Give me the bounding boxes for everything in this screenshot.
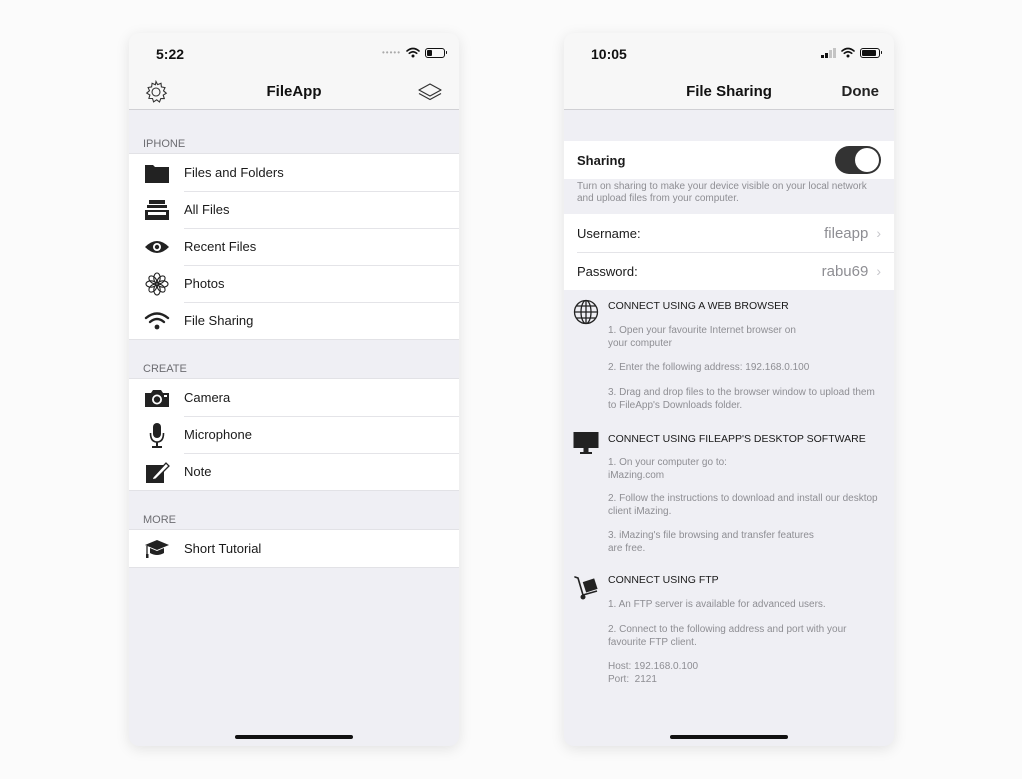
- battery-icon: [860, 47, 882, 58]
- microphone-icon: [144, 422, 170, 448]
- username-label: Username:: [577, 225, 641, 241]
- menu-item-label: Camera: [184, 390, 231, 405]
- menu-item-note[interactable]: Note: [129, 453, 459, 490]
- step-text: 3. iMazing's file browsing and transfer …: [608, 530, 814, 554]
- file-sharing-screen: 10:05 File Sharing Done Sharing Turn on …: [564, 33, 894, 746]
- fileapp-home-screen: 5:22 ••••• FileApp IPHONE Files and Fold…: [129, 33, 459, 746]
- block-title: CONNECT USING FILEAPP'S DESKTOP SOFTWARE: [608, 433, 866, 445]
- menu-item-label: All Files: [184, 202, 230, 217]
- navigation-bar: FileApp: [129, 77, 459, 110]
- menu-item-recent-files[interactable]: Recent Files: [129, 228, 459, 265]
- section-header-more: MORE: [143, 514, 176, 526]
- eye-icon: [144, 234, 170, 260]
- status-time: 10:05: [591, 46, 627, 62]
- menu-item-label: Recent Files: [184, 239, 257, 254]
- sharing-label: Sharing: [577, 152, 626, 168]
- status-time: 5:22: [156, 46, 185, 62]
- wifi-icon: [144, 308, 170, 334]
- password-label: Password:: [577, 263, 638, 279]
- menu-item-files-and-folders[interactable]: Files and Folders: [129, 154, 459, 191]
- step-text: 2. Connect to the following address and …: [608, 624, 847, 648]
- status-bar: 10:05: [564, 33, 894, 77]
- menu-item-file-sharing[interactable]: File Sharing: [129, 302, 459, 339]
- password-value: rabu69: [821, 262, 869, 280]
- menu-item-all-files[interactable]: All Files: [129, 191, 459, 228]
- step-text: 1. On your computer go to: iMazing.com: [608, 457, 727, 481]
- folder-icon: [144, 160, 170, 186]
- graduation-cap-icon: [144, 536, 170, 562]
- step-text: 2. Enter the following address: 192.168.…: [608, 362, 810, 373]
- camera-icon: [144, 385, 170, 411]
- flower-icon: [144, 271, 170, 297]
- menu-item-label: Short Tutorial: [184, 541, 262, 556]
- step-text: 3. Drag and drop files to the browser wi…: [608, 387, 875, 411]
- create-group: Camera Microphone Note: [129, 378, 459, 491]
- cellular-signal-icon: [821, 47, 836, 58]
- no-signal-icon: •••••: [381, 48, 401, 57]
- iphone-group: Files and Folders All Files Recent Files…: [129, 153, 459, 340]
- wifi-status-icon: [406, 47, 420, 58]
- wifi-status-icon: [841, 47, 855, 58]
- note-icon: [144, 459, 170, 485]
- home-indicator: [670, 735, 788, 739]
- hand-truck-icon: [573, 575, 599, 601]
- section-header-iphone: IPHONE: [143, 138, 186, 150]
- sharing-toggle[interactable]: [835, 146, 881, 174]
- menu-item-photos[interactable]: Photos: [129, 265, 459, 302]
- chevron-right-icon: ›: [876, 263, 881, 279]
- section-header-create: CREATE: [143, 363, 187, 375]
- step-text: 1. Open your favourite Internet browser …: [608, 325, 796, 349]
- menu-item-label: Note: [184, 464, 212, 479]
- home-indicator: [235, 735, 353, 739]
- block-title: CONNECT USING A WEB BROWSER: [608, 300, 789, 312]
- navigation-bar: File Sharing Done: [564, 77, 894, 110]
- password-row[interactable]: Password: rabu69 ›: [564, 252, 894, 290]
- step-text: 1. An FTP server is available for advanc…: [608, 599, 826, 610]
- chevron-right-icon: ›: [876, 225, 881, 241]
- sharing-footnote: Turn on sharing to make your device visi…: [577, 181, 867, 204]
- step-text: 2. Follow the instructions to download a…: [608, 493, 878, 517]
- sharing-toggle-row: Sharing: [564, 141, 894, 179]
- menu-item-label: Microphone: [184, 427, 252, 442]
- more-group: Short Tutorial: [129, 529, 459, 568]
- app-title: FileApp: [266, 83, 322, 100]
- tray-icon: [144, 197, 170, 223]
- menu-item-label: Photos: [184, 276, 225, 291]
- menu-item-label: Files and Folders: [184, 165, 284, 180]
- menu-item-camera[interactable]: Camera: [129, 379, 459, 416]
- menu-item-microphone[interactable]: Microphone: [129, 416, 459, 453]
- ftp-host-port: Host: 192.168.0.100 Port: 2121: [608, 661, 699, 685]
- menu-item-label: File Sharing: [184, 313, 254, 328]
- block-title: CONNECT USING FTP: [608, 574, 719, 586]
- username-row[interactable]: Username: fileapp ›: [564, 214, 894, 252]
- globe-icon: [573, 299, 599, 325]
- menu-item-short-tutorial[interactable]: Short Tutorial: [129, 530, 459, 567]
- battery-icon: [425, 47, 447, 58]
- status-bar: 5:22 •••••: [129, 33, 459, 77]
- monitor-icon: [573, 430, 599, 456]
- username-value: fileapp: [824, 224, 869, 242]
- layers-icon[interactable]: [417, 79, 443, 110]
- done-button[interactable]: Done: [842, 83, 880, 100]
